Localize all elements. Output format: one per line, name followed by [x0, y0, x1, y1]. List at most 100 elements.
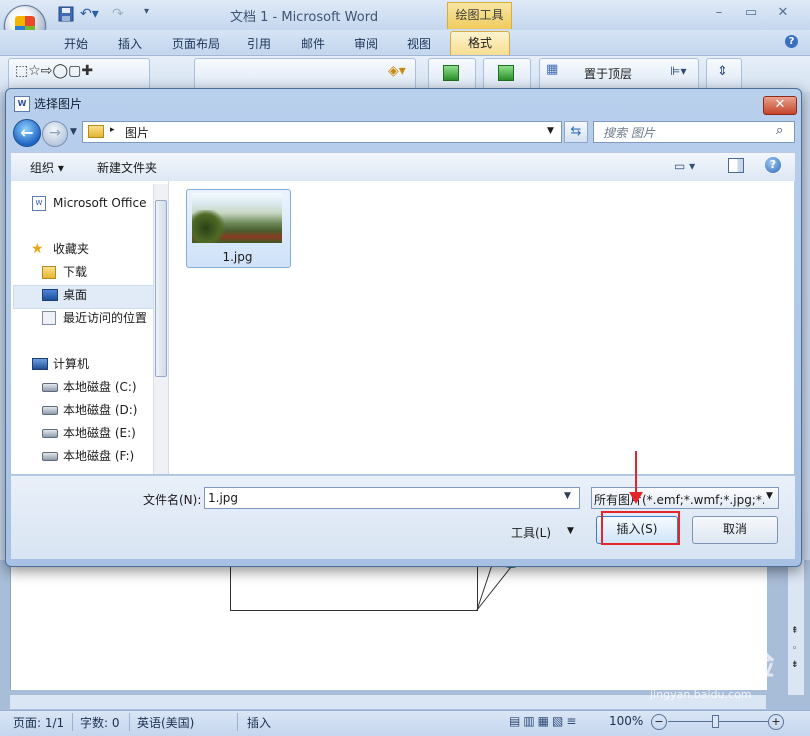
- position-icon: ▦: [546, 62, 559, 77]
- shapes-icon: ⬚☆⇨◯▢✚: [15, 63, 94, 79]
- nav-item-favorites[interactable]: ★ 收藏夹: [12, 238, 152, 260]
- callout-tail: [476, 561, 521, 611]
- callout-shape[interactable]: [230, 560, 478, 611]
- filename-input[interactable]: [204, 487, 580, 509]
- tab-home[interactable]: 开始: [64, 35, 88, 52]
- file-type-value: 所有图片(*.emf;*.wmf;*.jpg;*.jpeg): [594, 493, 764, 507]
- language[interactable]: 英语(美国): [137, 714, 194, 731]
- vertical-scrollbar[interactable]: ⇞ ◦ ⇟: [787, 560, 804, 695]
- dialog-title: 选择图片: [34, 97, 83, 111]
- nav-item-computer[interactable]: 计算机: [12, 353, 152, 375]
- shadow-effects-button[interactable]: [428, 58, 476, 90]
- page-count[interactable]: 页面: 1/1: [13, 714, 64, 731]
- word-count[interactable]: 字数: 0: [80, 714, 120, 731]
- nav-item-desktop[interactable]: 桌面: [12, 284, 152, 306]
- word-doc-icon: W: [32, 196, 46, 211]
- back-button[interactable]: ←: [13, 119, 41, 147]
- size-button[interactable]: ⇕: [706, 58, 742, 90]
- insert-mode[interactable]: 插入: [247, 714, 271, 731]
- desktop-icon: [42, 289, 58, 301]
- forward-button[interactable]: →: [42, 121, 68, 147]
- size-icon: ⇕: [717, 64, 728, 79]
- filename-label: 文件名(N):: [143, 493, 202, 507]
- status-divider: [72, 713, 73, 731]
- tools-dropdown-icon[interactable]: ▼: [567, 526, 574, 536]
- align-icon[interactable]: ⊫▾: [670, 64, 686, 78]
- word-doc-icon: W: [14, 96, 30, 112]
- change-view-icon[interactable]: ▭ ▾: [674, 159, 695, 173]
- nav-item-drive-f[interactable]: 本地磁盘 (F:): [12, 445, 152, 467]
- breadcrumb-pictures[interactable]: 图片: [125, 124, 149, 141]
- thumbnail-detail: [192, 210, 227, 243]
- file-type-dropdown-icon[interactable]: ▼: [766, 491, 773, 501]
- nav-scrollbar-thumb[interactable]: [155, 200, 167, 377]
- annotation-highlight-box: [601, 511, 680, 545]
- recent-locations-dropdown-icon[interactable]: ▼: [70, 127, 77, 137]
- nav-item-microsoft-office[interactable]: W Microsoft Office: [12, 192, 152, 214]
- zoom-level[interactable]: 100%: [609, 714, 643, 728]
- tab-page-layout[interactable]: 页面布局: [172, 35, 220, 52]
- drive-c-icon: [42, 383, 58, 392]
- status-bar: [0, 710, 810, 736]
- ribbon-help-icon[interactable]: ?: [785, 35, 798, 48]
- nav-item-drive-e[interactable]: 本地磁盘 (E:): [12, 422, 152, 444]
- folder-icon: [88, 125, 104, 138]
- close-window-button[interactable]: ✕: [772, 5, 794, 23]
- insert-shapes-gallery[interactable]: ⬚☆⇨◯▢✚: [8, 58, 150, 90]
- watermark-url: jingyan.baidu.com: [650, 688, 752, 701]
- window-title: 文档 1 - Microsoft Word: [230, 10, 379, 25]
- filename-value: 1.jpg: [208, 491, 239, 505]
- tab-references[interactable]: 引用: [247, 35, 271, 52]
- refresh-button[interactable]: ⇆: [564, 121, 588, 143]
- organize-button[interactable]: 组织 ▾: [30, 159, 64, 176]
- next-page-icon[interactable]: ⇟: [791, 660, 799, 670]
- tab-insert[interactable]: 插入: [118, 35, 142, 52]
- shape-styles-gallery[interactable]: [194, 58, 416, 90]
- drive-icon: [42, 406, 58, 415]
- search-placeholder: 搜索 图片: [603, 126, 655, 140]
- preview-pane-icon[interactable]: [728, 158, 744, 173]
- tab-view[interactable]: 视图: [407, 35, 431, 52]
- dialog-help-icon[interactable]: ?: [765, 157, 781, 173]
- new-folder-button[interactable]: 新建文件夹: [97, 159, 157, 176]
- cancel-button[interactable]: 取消: [692, 516, 778, 544]
- tools-button[interactable]: 工具(L): [511, 524, 551, 541]
- 3d-effects-button[interactable]: [483, 58, 531, 90]
- nav-item-recent-places[interactable]: 最近访问的位置: [12, 307, 152, 329]
- tab-format[interactable]: 格式: [450, 31, 510, 56]
- zoom-slider-thumb[interactable]: [712, 715, 719, 728]
- zoom-out-icon[interactable]: −: [651, 714, 667, 730]
- select-browse-object-icon[interactable]: ◦: [792, 644, 797, 654]
- search-icon[interactable]: ⌕: [776, 123, 783, 138]
- drive-icon: [42, 429, 58, 438]
- arrange-group: ▦ 置于顶层 ⊫▾: [539, 58, 699, 90]
- filename-dropdown-icon[interactable]: ▼: [564, 491, 571, 501]
- minimize-button[interactable]: –: [708, 5, 730, 23]
- shadow-icon: [443, 65, 459, 81]
- save-icon[interactable]: [58, 6, 74, 24]
- undo-icon[interactable]: ↶▾: [80, 6, 99, 24]
- redo-icon[interactable]: ↷: [112, 6, 124, 24]
- nav-item-drive-c[interactable]: 本地磁盘 (C:): [12, 376, 152, 398]
- customize-qat-icon[interactable]: ▾: [144, 6, 149, 24]
- star-icon: ★: [31, 241, 44, 257]
- address-dropdown-icon[interactable]: ▼: [547, 126, 554, 136]
- status-divider: [237, 713, 238, 731]
- view-buttons-icon[interactable]: ▤▥▦▧≡: [509, 714, 599, 730]
- zoom-in-icon[interactable]: +: [768, 714, 784, 730]
- tab-review[interactable]: 审阅: [354, 35, 378, 52]
- tab-mailings[interactable]: 邮件: [301, 35, 325, 52]
- dialog-close-button[interactable]: ✕: [763, 96, 797, 115]
- drive-icon: [42, 452, 58, 461]
- file-name: 1.jpg: [222, 250, 253, 264]
- nav-item-downloads[interactable]: 下载: [12, 261, 152, 283]
- nav-item-drive-d[interactable]: 本地磁盘 (D:): [12, 399, 152, 421]
- prev-page-icon[interactable]: ⇞: [791, 626, 799, 636]
- baidu-watermark: Baidu经验: [618, 648, 775, 683]
- breadcrumb-chevron-icon[interactable]: ▸: [110, 125, 115, 135]
- shape-fill-icon[interactable]: ◈▾: [388, 63, 406, 79]
- bring-to-front-button[interactable]: 置于顶层: [584, 65, 632, 82]
- address-bar[interactable]: [82, 121, 562, 143]
- maximize-button[interactable]: ▭: [740, 5, 762, 23]
- status-divider: [129, 713, 130, 731]
